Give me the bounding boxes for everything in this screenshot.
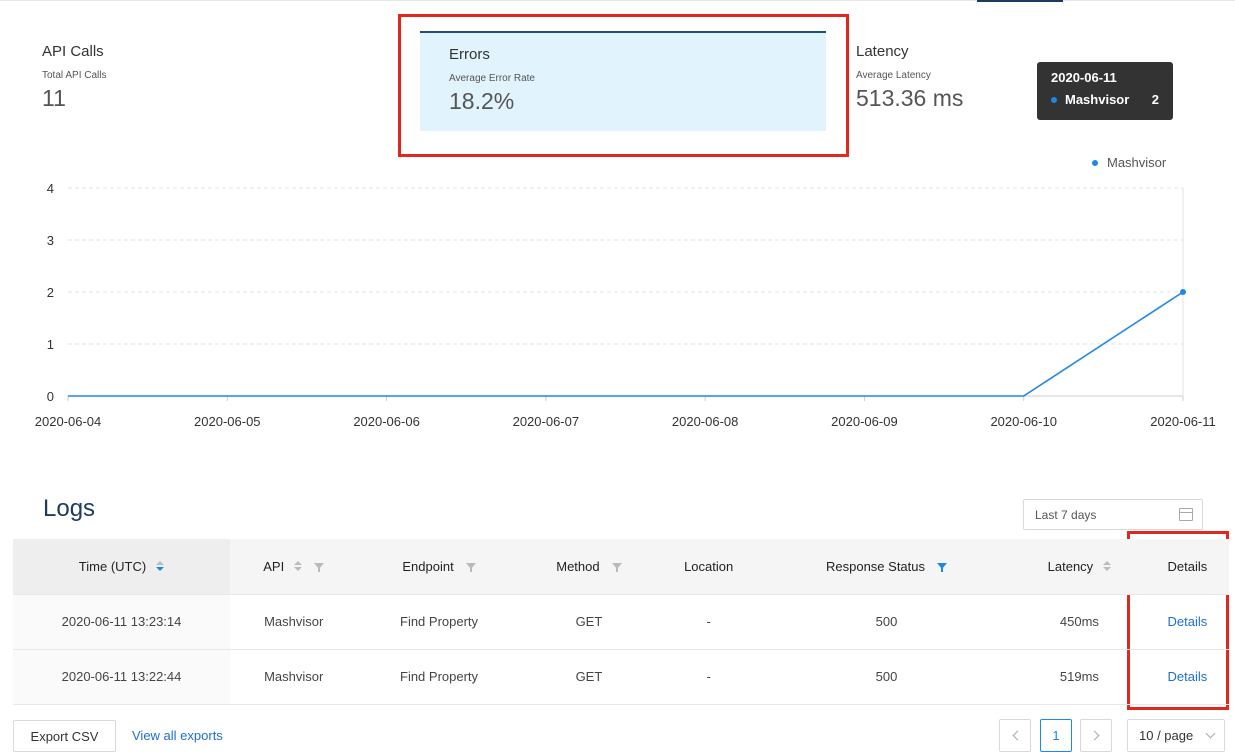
- tooltip-series: Mashvisor: [1065, 92, 1130, 107]
- column-label: Endpoint: [402, 558, 454, 574]
- cell-status: 500: [760, 649, 1013, 705]
- page-size-select[interactable]: 10 / page: [1127, 719, 1225, 752]
- x-tick-label: 2020-06-09: [831, 414, 898, 429]
- column-label: API: [263, 558, 285, 574]
- column-header-api[interactable]: API: [230, 539, 358, 595]
- logs-table: Time (UTC) API Endpoint Method Location: [13, 539, 1229, 705]
- filter-active-icon[interactable]: [937, 563, 948, 573]
- column-header-time[interactable]: Time (UTC): [13, 539, 230, 595]
- active-tab-indicator: [977, 0, 1063, 2]
- next-page-button[interactable]: [1080, 719, 1112, 752]
- data-point: [1180, 289, 1186, 295]
- cell-location: -: [657, 594, 761, 650]
- y-tick-label: 1: [47, 337, 54, 352]
- date-range-picker[interactable]: Last 7 days: [1023, 499, 1203, 530]
- cell-api: Mashvisor: [230, 594, 358, 650]
- metric-value: 513.36 ms: [856, 85, 964, 111]
- cell-details: Details: [1145, 649, 1229, 705]
- series-dot-icon: [1051, 96, 1057, 103]
- cell-endpoint: Find Property: [357, 649, 521, 705]
- legend-label: Mashvisor: [1107, 155, 1167, 170]
- filter-icon[interactable]: [314, 563, 325, 573]
- chevron-left-icon: [1012, 730, 1023, 741]
- details-link[interactable]: Details: [1168, 669, 1208, 684]
- sort-icon[interactable]: [1103, 561, 1112, 572]
- sort-icon[interactable]: [294, 561, 303, 572]
- column-label: Latency: [1047, 558, 1094, 574]
- column-label: Response Status: [826, 558, 926, 574]
- metric-subtitle: Total API Calls: [42, 70, 107, 81]
- cell-method: GET: [520, 649, 658, 705]
- column-header-details: Details: [1145, 539, 1229, 595]
- column-label: Location: [684, 558, 734, 574]
- page-size-value: 10 / page: [1139, 728, 1194, 743]
- chart-tooltip: 2020-06-11 Mashvisor 2: [1037, 62, 1173, 120]
- view-all-exports-link[interactable]: View all exports: [132, 728, 223, 743]
- metric-api-calls: API Calls Total API Calls 11: [42, 43, 106, 112]
- table-row: 2020-06-11 13:22:44 Mashvisor Find Prope…: [13, 649, 1229, 705]
- chevron-right-icon: [1089, 730, 1100, 741]
- cell-time: 2020-06-11 13:23:14: [13, 594, 230, 650]
- y-tick-label: 0: [47, 389, 54, 404]
- cell-details: Details: [1145, 594, 1229, 650]
- metric-title: Latency: [856, 43, 909, 60]
- cell-endpoint: Find Property: [357, 594, 521, 650]
- cell-latency: 519ms: [1013, 649, 1146, 705]
- cell-method: GET: [520, 594, 658, 650]
- tooltip-value: 2: [1151, 92, 1159, 107]
- metric-title: API Calls: [42, 43, 104, 60]
- x-tick-label: 2020-06-06: [353, 414, 420, 429]
- x-tick-label: 2020-06-04: [35, 414, 102, 429]
- prev-page-button[interactable]: [999, 719, 1031, 752]
- details-link[interactable]: Details: [1168, 614, 1208, 629]
- x-tick-label: 2020-06-11: [1150, 414, 1216, 429]
- x-tick-label: 2020-06-10: [990, 414, 1057, 429]
- sort-icon[interactable]: [156, 561, 165, 572]
- column-header-method[interactable]: Method: [520, 539, 658, 595]
- logs-title: Logs: [43, 495, 96, 522]
- y-tick-label: 2: [47, 285, 54, 300]
- chevron-down-icon: [1205, 728, 1216, 739]
- column-header-status[interactable]: Response Status: [760, 539, 1013, 595]
- export-csv-button[interactable]: Export CSV: [13, 720, 116, 752]
- cell-latency: 450ms: [1013, 594, 1146, 650]
- tooltip-row: Mashvisor 2: [1051, 92, 1159, 107]
- line-chart[interactable]: 0 1 2 3 4 2020-06-04 2020-06-05 2020-06-06 2020-…: [0, 170, 1235, 440]
- highlight-errors-box: [398, 14, 849, 157]
- metric-subtitle: Average Latency: [856, 70, 931, 81]
- column-header-endpoint[interactable]: Endpoint: [357, 539, 521, 595]
- column-label: Details: [1167, 558, 1208, 574]
- y-tick-label: 4: [47, 181, 54, 196]
- cell-status: 500: [760, 594, 1013, 650]
- column-header-latency[interactable]: Latency: [1013, 539, 1146, 595]
- x-tick-label: 2020-06-07: [513, 414, 580, 429]
- column-label: Time (UTC): [78, 558, 147, 574]
- metric-latency: Latency Average Latency 513.36 ms: [856, 43, 963, 112]
- date-range-value: Last 7 days: [1035, 508, 1097, 522]
- y-tick-label: 3: [47, 233, 54, 248]
- column-header-location: Location: [657, 539, 761, 595]
- x-tick-label: 2020-06-08: [672, 414, 739, 429]
- page-1-button[interactable]: 1: [1040, 719, 1072, 752]
- metric-value: 11: [42, 85, 66, 111]
- cell-location: -: [657, 649, 761, 705]
- filter-icon[interactable]: [465, 563, 476, 573]
- cell-time: 2020-06-11 13:22:44: [13, 649, 230, 705]
- tooltip-date: 2020-06-11: [1051, 70, 1117, 85]
- column-label: Method: [556, 558, 600, 574]
- x-tick-label: 2020-06-05: [194, 414, 261, 429]
- table-header-row: Time (UTC) API Endpoint Method Location: [13, 539, 1229, 595]
- chart-legend[interactable]: Mashvisor: [1092, 155, 1166, 170]
- table-row: 2020-06-11 13:23:14 Mashvisor Find Prope…: [13, 594, 1229, 650]
- filter-icon[interactable]: [611, 563, 622, 573]
- legend-dot-icon: [1092, 159, 1098, 166]
- calendar-icon: [1179, 508, 1193, 521]
- cell-api: Mashvisor: [230, 649, 358, 705]
